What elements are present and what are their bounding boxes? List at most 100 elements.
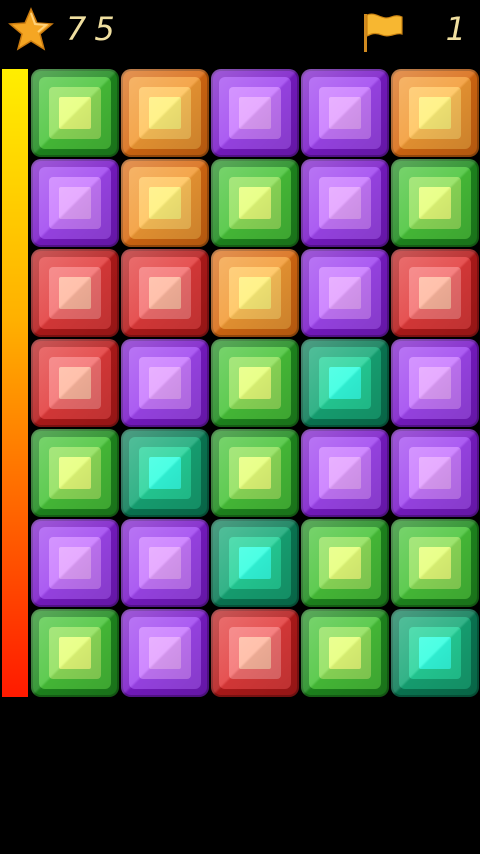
- gem-purple[interactable]: [301, 429, 389, 517]
- gem-purple[interactable]: [301, 69, 389, 157]
- gem-cell[interactable]: [300, 608, 390, 698]
- gem-cell[interactable]: [300, 518, 390, 608]
- gem-shine: [211, 339, 299, 427]
- gem-shine: [301, 429, 389, 517]
- gem-cell[interactable]: [120, 428, 210, 518]
- gem-shine: [211, 519, 299, 607]
- gem-cell[interactable]: [210, 68, 300, 158]
- gem-green[interactable]: [31, 609, 119, 697]
- gem-shine: [301, 69, 389, 157]
- gem-shine: [31, 249, 119, 337]
- gem-purple[interactable]: [121, 519, 209, 607]
- gem-green[interactable]: [31, 429, 119, 517]
- gem-cell[interactable]: [30, 338, 120, 428]
- gem-cell[interactable]: [30, 518, 120, 608]
- gem-shine: [391, 249, 479, 337]
- gem-cell[interactable]: [210, 518, 300, 608]
- gem-red[interactable]: [31, 249, 119, 337]
- gem-teal[interactable]: [121, 429, 209, 517]
- gem-cell[interactable]: [120, 338, 210, 428]
- gem-cell[interactable]: [300, 248, 390, 338]
- gem-purple[interactable]: [391, 339, 479, 427]
- gem-purple[interactable]: [301, 159, 389, 247]
- gem-board: [30, 68, 480, 698]
- gem-cell[interactable]: [120, 68, 210, 158]
- gem-shine: [31, 159, 119, 247]
- gem-green[interactable]: [391, 159, 479, 247]
- gem-purple[interactable]: [121, 339, 209, 427]
- gem-purple[interactable]: [391, 429, 479, 517]
- gem-cell[interactable]: [120, 158, 210, 248]
- gem-shine: [121, 249, 209, 337]
- gem-cell[interactable]: [300, 338, 390, 428]
- gem-red[interactable]: [121, 249, 209, 337]
- gem-shine: [301, 159, 389, 247]
- gem-cell[interactable]: [210, 158, 300, 248]
- gem-red[interactable]: [391, 249, 479, 337]
- gem-purple[interactable]: [121, 609, 209, 697]
- gem-green[interactable]: [301, 609, 389, 697]
- gem-shine: [211, 249, 299, 337]
- gem-cell[interactable]: [300, 428, 390, 518]
- gem-shine: [301, 519, 389, 607]
- gem-green[interactable]: [211, 339, 299, 427]
- gem-green[interactable]: [211, 159, 299, 247]
- gem-shine: [301, 609, 389, 697]
- gem-green[interactable]: [301, 519, 389, 607]
- gem-shine: [211, 609, 299, 697]
- gem-cell[interactable]: [30, 158, 120, 248]
- gem-shine: [121, 519, 209, 607]
- gem-cell[interactable]: [120, 518, 210, 608]
- gem-cell[interactable]: [30, 428, 120, 518]
- gem-purple[interactable]: [31, 519, 119, 607]
- gem-cell[interactable]: [300, 68, 390, 158]
- gem-cell[interactable]: [390, 608, 480, 698]
- gem-green[interactable]: [31, 69, 119, 157]
- gem-cell[interactable]: [210, 248, 300, 338]
- gem-teal[interactable]: [211, 519, 299, 607]
- gem-shine: [121, 339, 209, 427]
- gem-cell[interactable]: [210, 428, 300, 518]
- gem-orange[interactable]: [211, 249, 299, 337]
- gem-shine: [121, 609, 209, 697]
- gem-cell[interactable]: [300, 158, 390, 248]
- gem-cell[interactable]: [390, 518, 480, 608]
- gem-purple[interactable]: [211, 69, 299, 157]
- gem-cell[interactable]: [390, 68, 480, 158]
- gem-cell[interactable]: [30, 248, 120, 338]
- gem-teal[interactable]: [301, 339, 389, 427]
- level-value: 1: [445, 10, 466, 48]
- gem-shine: [301, 249, 389, 337]
- gem-cell[interactable]: [390, 338, 480, 428]
- gem-cell[interactable]: [120, 248, 210, 338]
- gem-green[interactable]: [211, 429, 299, 517]
- gem-shine: [121, 69, 209, 157]
- gem-cell[interactable]: [390, 158, 480, 248]
- gem-shine: [121, 159, 209, 247]
- gem-cell[interactable]: [210, 608, 300, 698]
- gem-cell[interactable]: [210, 338, 300, 428]
- gem-shine: [391, 519, 479, 607]
- gem-orange[interactable]: [121, 159, 209, 247]
- gem-cell[interactable]: [30, 608, 120, 698]
- score-value: 75: [66, 10, 123, 48]
- gem-cell[interactable]: [120, 608, 210, 698]
- gem-shine: [391, 339, 479, 427]
- gem-shine: [391, 69, 479, 157]
- hud-bar: 75 1: [0, 0, 480, 64]
- gem-shine: [211, 429, 299, 517]
- gem-purple[interactable]: [301, 249, 389, 337]
- gem-cell[interactable]: [390, 428, 480, 518]
- gem-cell[interactable]: [390, 248, 480, 338]
- star-icon: [8, 7, 54, 51]
- flag-icon: [364, 13, 403, 52]
- gem-cell[interactable]: [30, 68, 120, 158]
- gem-teal[interactable]: [391, 609, 479, 697]
- gem-red[interactable]: [211, 609, 299, 697]
- gem-green[interactable]: [391, 519, 479, 607]
- gem-shine: [31, 429, 119, 517]
- gem-orange[interactable]: [391, 69, 479, 157]
- gem-red[interactable]: [31, 339, 119, 427]
- gem-orange[interactable]: [121, 69, 209, 157]
- gem-purple[interactable]: [31, 159, 119, 247]
